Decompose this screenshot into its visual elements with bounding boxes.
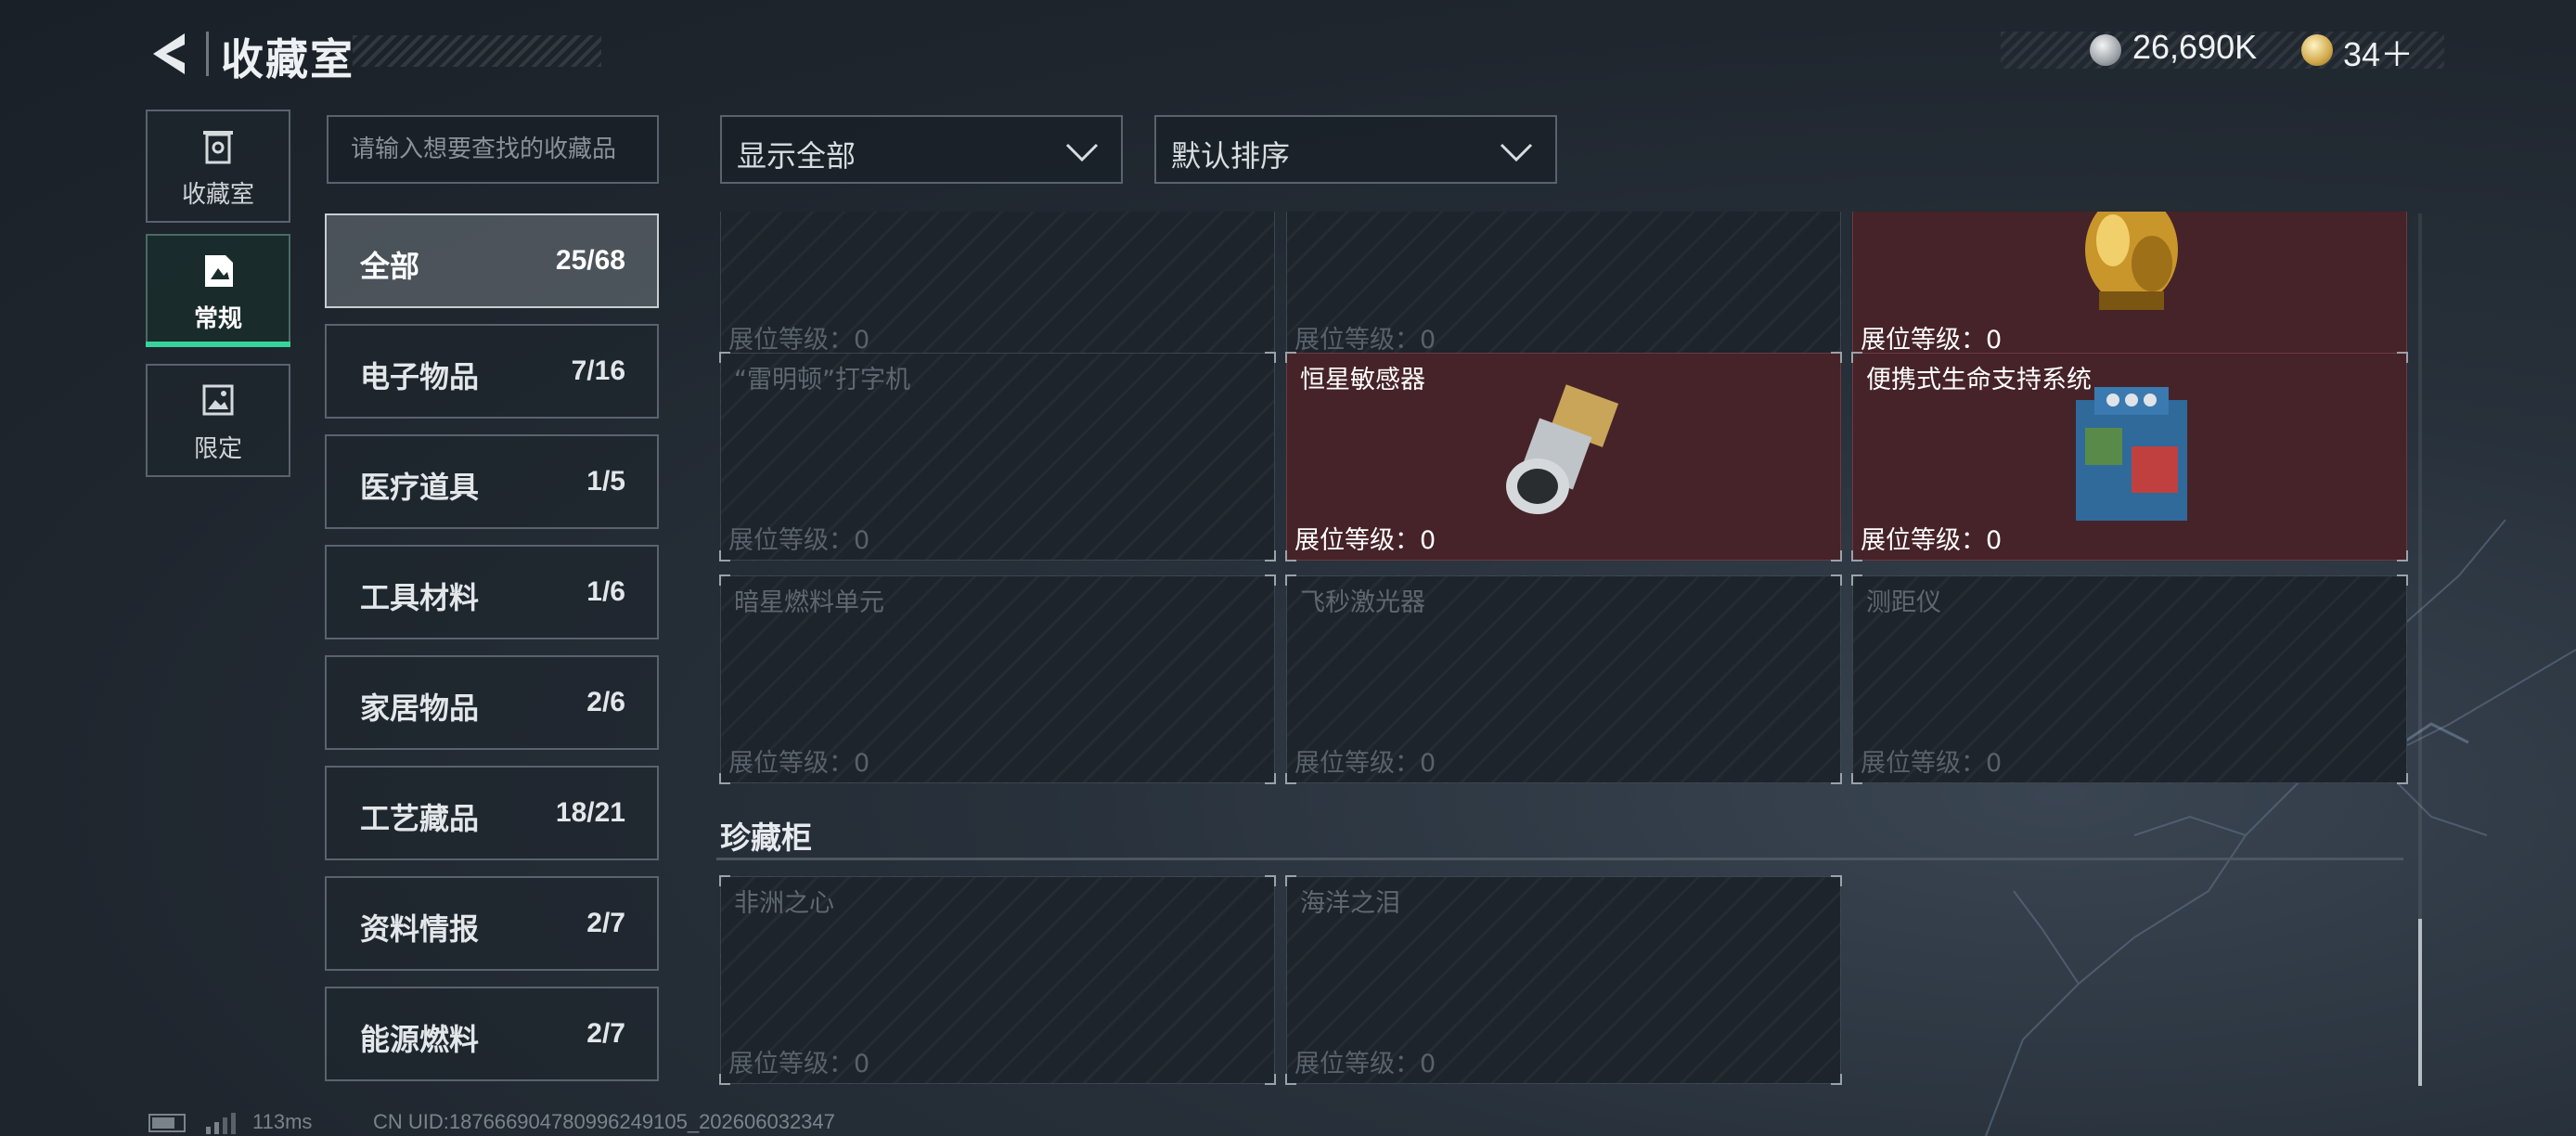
gold-coin-icon [2301,34,2333,66]
booth-level: 展位等级：0 [1294,526,1436,555]
image-icon [202,384,234,416]
booth-level: 展位等级：0 [728,526,870,555]
category-energy[interactable]: 能源燃料 2/7 [325,987,659,1081]
collection-card[interactable]: 便携式生命支持系统 展位等级：0 [1851,352,2408,562]
battery-icon [148,1114,186,1132]
booth-level: 展位等级：0 [1861,526,2003,555]
booth-level: 展位等级：0 [1861,749,2003,778]
signal-icon [206,1113,236,1134]
item-name: 海洋之泪 [1300,889,1400,918]
booth-level: 展位等级：0 [1294,749,1436,778]
tab-label: 常规 [193,305,242,333]
category-name: 全部 [360,249,420,284]
item-name: 飞秒激光器 [1300,588,1425,617]
chevron-down-icon [1065,143,1099,162]
category-count: 7/16 [571,355,625,386]
ping-value: 113ms [252,1110,313,1133]
header-divider [206,32,209,76]
scrollbar-thumb[interactable] [2418,919,2422,1086]
collection-grid: 展位等级：0 展位等级：0 展位等级：0 “雷明顿”打字机 展位等级：0 恒星敏… [715,212,2413,1086]
collection-card[interactable]: 恒星敏感器 展位等级：0 [1285,352,1842,562]
tab-label: 限定 [193,435,242,463]
back-arrow-icon[interactable] [144,28,200,80]
collection-card[interactable]: 海洋之泪 展位等级：0 [1285,875,1842,1085]
filter-dropdown[interactable]: 显示全部 [720,115,1123,184]
silver-coin-icon [2090,34,2121,66]
collection-card[interactable]: 展位等级：0 [1852,212,2407,360]
top-header: 收藏室 26,690K 34＋ [0,0,2576,102]
category-all[interactable]: 全部 25/68 [325,213,659,308]
section-divider [716,858,2403,860]
booth-level: 展位等级：0 [1294,326,1436,355]
gold-currency-value[interactable]: 34＋ [2343,28,2414,76]
tab-collection-room[interactable]: 收藏室 [146,110,290,223]
tab-limited[interactable]: 限定 [146,364,290,477]
category-name: 电子物品 [360,359,480,394]
category-count: 25/68 [555,245,625,276]
collection-card[interactable]: “雷明顿”打字机 展位等级：0 [719,352,1276,562]
trash-can-icon [203,131,233,164]
category-medical[interactable]: 医疗道具 1/5 [325,434,659,529]
booth-level: 展位等级：0 [1861,326,2003,355]
document-image-icon [205,255,233,287]
tab-label: 收藏室 [181,181,254,209]
active-tab-indicator [146,342,290,347]
category-name: 资料情报 [360,911,480,947]
life-support-system-image [2076,387,2187,521]
search-input[interactable]: 请输入想要查找的收藏品 [327,115,659,184]
section-title: 珍藏柜 [720,820,812,856]
star-sensor-image [1506,384,1619,514]
booth-level: 展位等级：0 [1294,1050,1436,1078]
category-name: 能源燃料 [360,1022,480,1057]
category-tools[interactable]: 工具材料 1/6 [325,545,659,639]
chevron-down-icon [1500,143,1533,162]
collection-card[interactable]: 暗星燃料单元 展位等级：0 [719,574,1276,784]
category-count: 2/7 [586,908,625,938]
golden-statue-image [2085,212,2178,310]
category-count: 2/7 [586,1018,625,1049]
category-count: 2/6 [586,687,625,717]
category-count: 18/21 [555,797,625,828]
item-name: “雷明顿”打字机 [734,366,910,394]
collection-card[interactable]: 测距仪 展位等级：0 [1851,574,2408,784]
item-name: 非洲之心 [734,889,834,918]
category-name: 医疗道具 [360,470,480,505]
sort-dropdown[interactable]: 默认排序 [1154,115,1557,184]
dropdown-value: 显示全部 [737,138,857,174]
collection-card[interactable]: 展位等级：0 [720,212,1275,360]
title-stripe-decoration [353,35,601,67]
category-intel[interactable]: 资料情报 2/7 [325,876,659,971]
category-name: 家居物品 [360,691,480,726]
page-title: 收藏室 [221,34,354,84]
category-count: 1/5 [586,466,625,497]
item-name: 恒星敏感器 [1300,366,1425,394]
status-footer: 113ms CN UID:187666904780996249105_20260… [148,1110,1076,1136]
category-crafts[interactable]: 工艺藏品 18/21 [325,766,659,860]
category-count: 1/6 [586,576,625,607]
category-name: 工具材料 [360,580,480,615]
collection-card[interactable]: 飞秒激光器 展位等级：0 [1285,574,1842,784]
item-name: 测距仪 [1866,588,1941,617]
category-name: 工艺藏品 [360,801,480,836]
booth-level: 展位等级：0 [728,749,870,778]
collection-card[interactable]: 非洲之心 展位等级：0 [719,875,1276,1085]
user-uid: CN UID:187666904780996249105_20260603234… [373,1110,835,1133]
booth-level: 展位等级：0 [728,326,870,355]
category-household[interactable]: 家居物品 2/6 [325,655,659,750]
collection-card[interactable]: 展位等级：0 [1286,212,1841,360]
dropdown-value: 默认排序 [1171,138,1291,174]
silver-currency-value: 26,690K [2132,28,2258,66]
item-name: 暗星燃料单元 [734,588,884,617]
category-electronics[interactable]: 电子物品 7/16 [325,324,659,419]
tab-regular[interactable]: 常规 [146,234,290,347]
booth-level: 展位等级：0 [728,1050,870,1078]
